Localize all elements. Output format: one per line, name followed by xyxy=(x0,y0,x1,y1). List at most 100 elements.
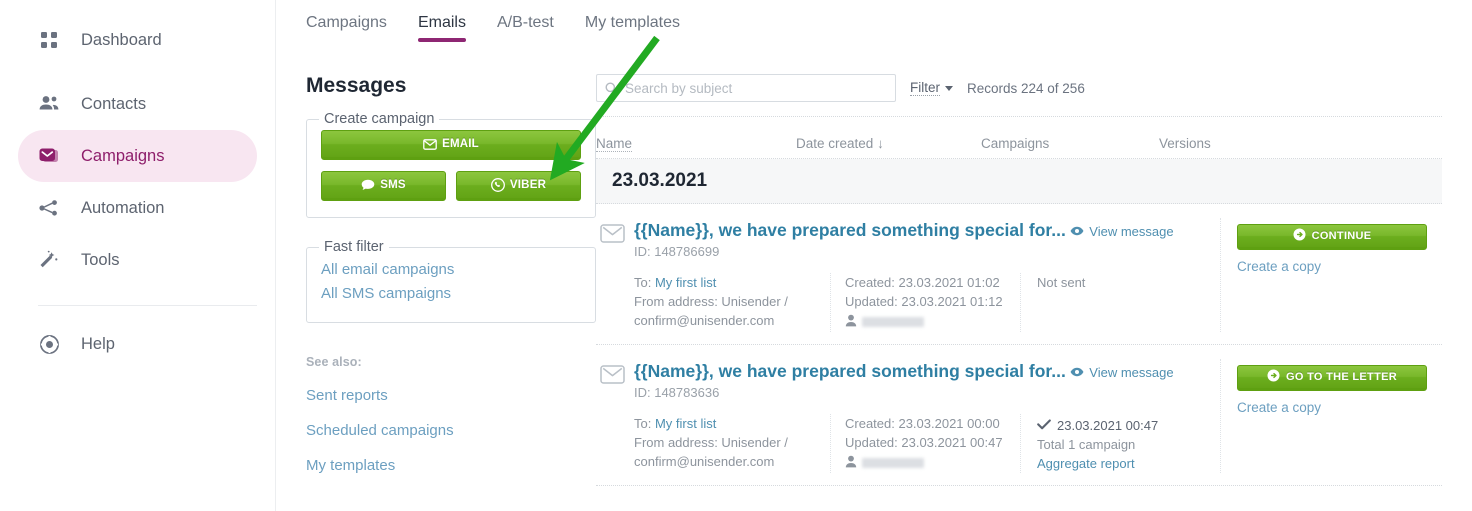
person-icon xyxy=(845,313,857,332)
envelope-icon xyxy=(38,145,60,167)
column-header-name[interactable]: Name xyxy=(596,136,796,152)
message-dates: Created: 23.03.2021 00:00 Updated: 23.03… xyxy=(830,413,1020,473)
view-message-link[interactable]: View message xyxy=(1070,365,1174,380)
column-header-date-created[interactable]: Date created ↓ xyxy=(796,136,981,151)
sent-status: 23.03.2021 00:47 xyxy=(1037,416,1198,435)
grid-icon xyxy=(38,29,60,51)
search-box[interactable] xyxy=(596,74,896,102)
see-also-scheduled-campaigns[interactable]: Scheduled campaigns xyxy=(306,422,596,439)
message-dates: Created: 23.03.2021 01:02 Updated: 23.03… xyxy=(830,272,1020,332)
sidebar-item-contacts[interactable]: Contacts xyxy=(18,78,257,130)
envelope-outline-icon xyxy=(423,138,437,150)
sidebar-item-tools[interactable]: Tools xyxy=(18,234,257,286)
search-input[interactable] xyxy=(597,75,895,101)
see-also-my-templates[interactable]: My templates xyxy=(306,457,596,474)
create-viber-campaign-label: VIBER xyxy=(509,179,547,191)
sidebar-item-label: Tools xyxy=(81,250,120,269)
create-email-campaign-label: EMAIL xyxy=(442,138,479,150)
chevron-down-icon xyxy=(945,85,953,91)
author-name-redacted xyxy=(862,317,924,328)
arrow-right-circle-icon xyxy=(1293,228,1306,244)
filter-dropdown[interactable]: Filter xyxy=(910,80,953,96)
go-to-the-letter-button[interactable]: GO TO THE LETTER xyxy=(1237,364,1427,391)
sidebar-item-help[interactable]: Help xyxy=(18,318,257,370)
from-address-line2: confirm@unisender.com xyxy=(634,453,775,469)
column-header-date-created-label: Date created xyxy=(796,136,874,151)
author-name-redacted xyxy=(862,458,924,469)
message-status: Not sent xyxy=(1020,272,1198,332)
table-header: Name Date created ↓ Campaigns Versions xyxy=(596,116,1442,159)
column-header-campaigns: Campaigns xyxy=(981,136,1050,151)
message-subject-link[interactable]: {{Name}}, we have prepared something spe… xyxy=(634,220,1066,240)
magic-wand-icon xyxy=(38,249,60,271)
eye-icon xyxy=(1070,365,1084,380)
content-area: Messages Create campaign EMAIL SMS VIBER… xyxy=(276,52,1472,486)
from-address-line1: From address: Unisender / xyxy=(634,434,788,450)
fast-filter-panel: Fast filter All email campaigns All SMS … xyxy=(306,239,596,323)
see-also-title: See also: xyxy=(306,355,362,369)
filter-label: Filter xyxy=(910,80,940,96)
sidebar-item-automation[interactable]: Automation xyxy=(18,182,257,234)
sidebar-item-label: Campaigns xyxy=(81,146,165,165)
continue-button-label: CONTINUE xyxy=(1311,230,1372,242)
sidebar-item-dashboard[interactable]: Dashboard xyxy=(18,14,257,66)
from-address-line2: confirm@unisender.com xyxy=(634,312,775,328)
share-nodes-icon xyxy=(38,197,60,219)
tab-my-templates[interactable]: My templates xyxy=(585,15,680,42)
fast-filter-all-sms-campaigns[interactable]: All SMS campaigns xyxy=(321,282,581,306)
updated-date: Updated: 23.03.2021 01:12 xyxy=(845,293,1003,309)
created-date: Created: 23.03.2021 00:00 xyxy=(845,415,1000,431)
create-a-copy-link[interactable]: Create a copy xyxy=(1237,259,1442,274)
page-title: Messages xyxy=(306,74,407,97)
arrow-right-circle-icon xyxy=(1267,369,1280,385)
sidebar-item-label: Automation xyxy=(81,198,165,217)
message-subject-link[interactable]: {{Name}}, we have prepared something spe… xyxy=(634,361,1066,381)
table-row: {{Name}}, we have prepared something spe… xyxy=(596,345,1442,486)
person-icon xyxy=(845,454,857,473)
created-date: Created: 23.03.2021 01:02 xyxy=(845,274,1000,290)
tab-bar: Campaigns Emails A/B-test My templates xyxy=(276,0,1472,52)
total-campaigns: Total 1 campaign xyxy=(1037,436,1136,452)
eye-icon xyxy=(1070,224,1084,239)
go-to-the-letter-button-label: GO TO THE LETTER xyxy=(1286,370,1397,383)
tab-emails[interactable]: Emails xyxy=(417,15,466,42)
sort-arrow-icon: ↓ xyxy=(877,136,884,151)
message-detail-columns: To: My first list From address: Unisende… xyxy=(634,413,1220,473)
main-content: Campaigns Emails A/B-test My templates M… xyxy=(276,0,1472,511)
create-sms-campaign-label: SMS xyxy=(380,179,406,191)
create-viber-campaign-button[interactable]: VIBER xyxy=(456,171,581,201)
sidebar-item-label: Contacts xyxy=(81,94,147,113)
to-prefix: To: xyxy=(634,415,655,431)
tab-ab-test[interactable]: A/B-test xyxy=(497,15,554,42)
message-author xyxy=(845,454,1020,473)
from-address-line1: From address: Unisender / xyxy=(634,293,788,309)
message-id: ID: 148783636 xyxy=(634,384,720,400)
tab-campaigns[interactable]: Campaigns xyxy=(306,15,387,42)
message-body: {{Name}}, we have prepared something spe… xyxy=(634,359,1220,473)
sidebar-item-campaigns[interactable]: Campaigns xyxy=(18,130,257,182)
aggregate-report-link[interactable]: Aggregate report xyxy=(1037,456,1135,471)
message-detail-columns: To: My first list From address: Unisende… xyxy=(634,272,1220,332)
create-sms-campaign-button[interactable]: SMS xyxy=(321,171,446,201)
to-prefix: To: xyxy=(634,274,655,290)
to-list-link[interactable]: My first list xyxy=(655,275,716,290)
status-text: Not sent xyxy=(1037,274,1086,290)
create-a-copy-link[interactable]: Create a copy xyxy=(1237,400,1442,415)
fast-filter-all-email-campaigns[interactable]: All email campaigns xyxy=(321,258,581,282)
updated-date: Updated: 23.03.2021 00:47 xyxy=(845,434,1003,450)
fast-filter-legend: Fast filter xyxy=(319,239,389,255)
message-envelope-icon xyxy=(600,359,634,473)
view-message-link[interactable]: View message xyxy=(1070,224,1174,239)
create-email-campaign-button[interactable]: EMAIL xyxy=(321,130,581,160)
see-also-sent-reports[interactable]: Sent reports xyxy=(306,387,596,404)
continue-button[interactable]: CONTINUE xyxy=(1237,224,1427,250)
message-recipients: To: My first list From address: Unisende… xyxy=(634,414,830,473)
sent-date: 23.03.2021 00:47 xyxy=(1057,417,1159,433)
message-status: 23.03.2021 00:47 Total 1 campaign Aggreg… xyxy=(1020,413,1198,473)
to-list-link[interactable]: My first list xyxy=(655,416,716,431)
create-campaign-panel: Create campaign EMAIL SMS VIBER xyxy=(306,111,596,218)
lifebuoy-icon xyxy=(38,333,60,355)
message-info: {{Name}}, we have prepared something spe… xyxy=(596,359,1220,473)
people-icon xyxy=(38,93,60,115)
sidebar-item-label: Help xyxy=(81,334,115,353)
